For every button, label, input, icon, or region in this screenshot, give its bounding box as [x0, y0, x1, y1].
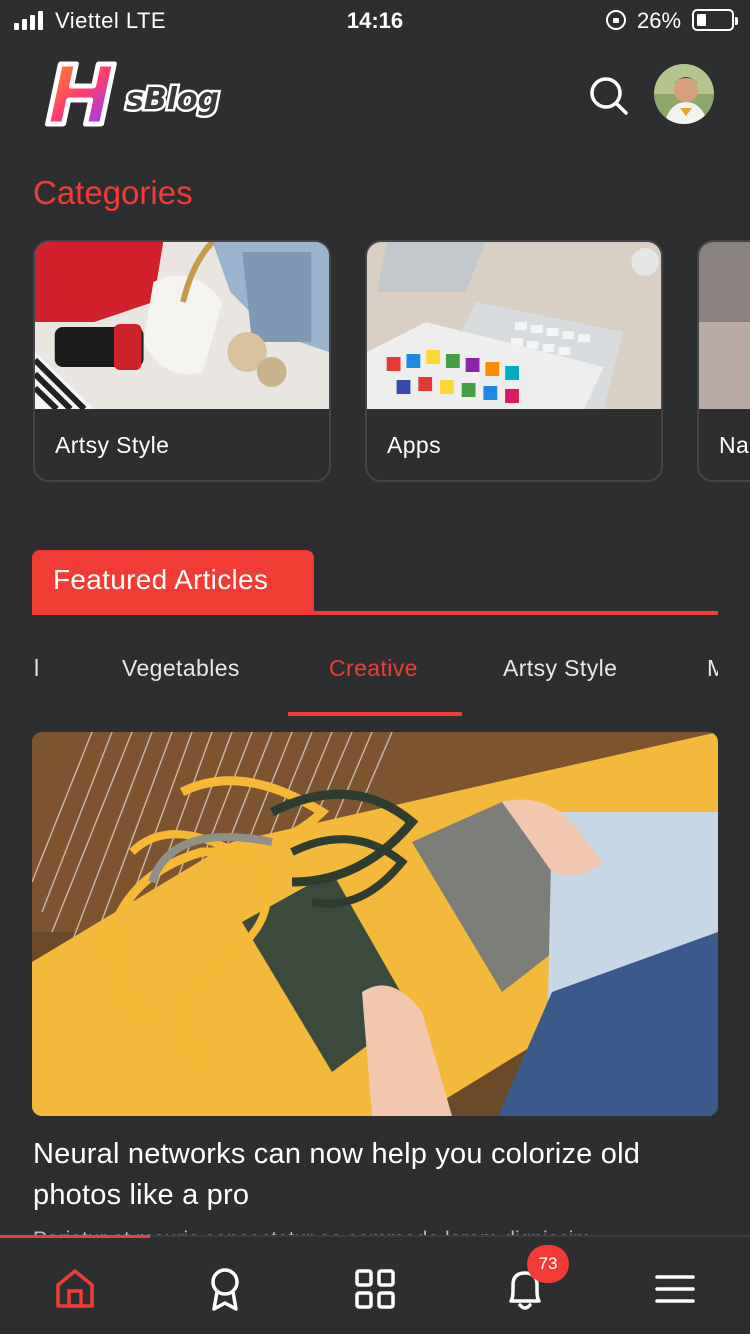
svg-text:sBlog: sBlog — [126, 82, 219, 117]
tab-creative[interactable]: Creative — [329, 655, 418, 682]
bottom-navigation: 73 — [0, 1235, 750, 1334]
article-title[interactable]: Neural networks can now help you coloriz… — [33, 1134, 723, 1216]
category-thumbnail — [699, 242, 750, 409]
category-thumbnail — [35, 242, 329, 409]
active-tab-indicator — [288, 712, 462, 716]
nav-awards[interactable] — [201, 1265, 249, 1313]
category-thumbnail — [367, 242, 661, 409]
category-tabs[interactable]: l Vegetables Creative Artsy Style M — [33, 640, 718, 720]
featured-articles-title: Featured Articles — [53, 564, 269, 595]
battery-percentage: 26% — [637, 8, 682, 33]
active-nav-indicator — [0, 1235, 150, 1238]
article-image[interactable] — [32, 732, 718, 1116]
nav-categories[interactable] — [351, 1265, 399, 1313]
category-card[interactable]: Na — [697, 240, 750, 482]
status-bar: Viettel LTE 14:16 26% — [0, 0, 750, 40]
tab-item[interactable]: M — [707, 655, 718, 682]
category-card[interactable]: Artsy Style — [33, 240, 331, 482]
category-label: Na — [719, 432, 750, 458]
tab-vegetables[interactable]: Vegetables — [122, 655, 240, 682]
search-icon — [590, 77, 628, 115]
grid-icon — [355, 1269, 395, 1309]
avatar[interactable] — [654, 64, 714, 124]
search-button[interactable] — [588, 75, 630, 117]
featured-articles-header: Featured Articles — [32, 550, 314, 614]
site-logo[interactable]: sBlog — [40, 56, 240, 132]
categories-carousel[interactable]: Artsy Style Apps Na — [33, 240, 750, 482]
featured-divider — [32, 611, 718, 615]
rotation-lock-icon — [606, 10, 626, 30]
menu-icon — [655, 1275, 695, 1303]
category-label: Artsy Style — [55, 432, 170, 458]
nav-home[interactable] — [51, 1265, 99, 1313]
home-icon — [56, 1269, 94, 1308]
categories-title: Categories — [33, 174, 193, 211]
nav-menu[interactable] — [651, 1265, 699, 1313]
category-label: Apps — [387, 432, 442, 458]
notification-badge: 73 — [527, 1245, 569, 1283]
tab-artsy-style[interactable]: Artsy Style — [503, 655, 617, 682]
category-card[interactable]: Apps — [365, 240, 663, 482]
battery-icon — [692, 9, 738, 31]
award-icon — [211, 1268, 239, 1311]
tab-item[interactable]: l — [34, 655, 40, 682]
